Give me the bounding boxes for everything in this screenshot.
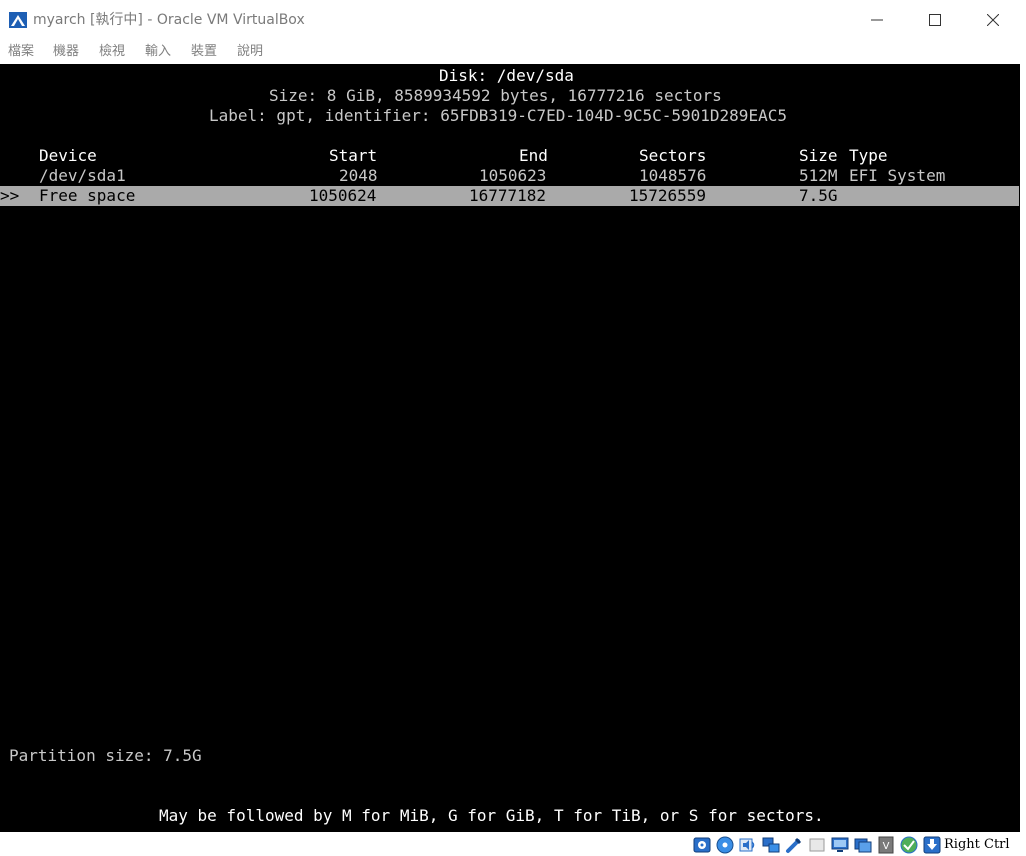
selection-marker: >> [0, 186, 20, 205]
usb-icon[interactable] [784, 835, 804, 855]
row-start: 1050624 [309, 186, 377, 205]
close-button[interactable] [964, 0, 1022, 40]
menu-bar: 檔案 機器 檢視 輸入 裝置 說明 [0, 40, 1026, 64]
display-icon[interactable] [830, 835, 850, 855]
optical-disc-icon[interactable] [715, 835, 735, 855]
row-sectors: 1048576 [639, 166, 707, 185]
screen-record-icon[interactable] [853, 835, 873, 855]
menu-machine[interactable]: 機器 [53, 43, 79, 61]
column-header-start: Start [329, 146, 378, 165]
disk-name: Disk: /dev/sda [439, 66, 574, 85]
minimize-button[interactable] [848, 0, 906, 40]
column-header-sectors: Sectors [639, 146, 707, 165]
disk-label-info: Label: gpt, identifier: 65FDB319-C7ED-10… [209, 106, 787, 125]
shared-folder-icon[interactable] [807, 835, 827, 855]
menu-help[interactable]: 說明 [237, 43, 263, 61]
network-icon[interactable] [761, 835, 781, 855]
maximize-icon [929, 14, 941, 26]
partition-row-selected[interactable]: >> Free space 1050624 16777182 15726559 … [0, 186, 1019, 206]
menu-file[interactable]: 檔案 [8, 43, 34, 61]
row-end: 16777182 [469, 186, 547, 205]
maximize-button[interactable] [906, 0, 964, 40]
status-bar: V Right Ctrl [0, 832, 1026, 856]
row-device: /dev/sda1 [39, 166, 126, 185]
close-icon [987, 14, 999, 26]
row-end: 1050623 [479, 166, 547, 185]
vrde-icon[interactable]: V [876, 835, 896, 855]
row-sectors: 15726559 [629, 186, 707, 205]
column-header-device: Device [39, 146, 97, 165]
audio-icon[interactable] [738, 835, 758, 855]
host-key-label: Right Ctrl [944, 837, 1010, 852]
virtualbox-window: myarch [執行中] - Oracle VM VirtualBox 檔案 機… [0, 0, 1026, 856]
row-size: 7.5G [799, 186, 838, 205]
vm-display[interactable]: Disk: /dev/sda Size: 8 GiB, 8589934592 b… [0, 64, 1020, 832]
menu-devices[interactable]: 裝置 [191, 43, 217, 61]
virtualbox-app-icon [8, 10, 28, 30]
partition-size-prompt[interactable]: Partition size: 7.5G [9, 746, 202, 766]
disk-size-info: Size: 8 GiB, 8589934592 bytes, 16777216 … [269, 86, 722, 105]
column-header-type: Type [849, 146, 888, 165]
title-bar[interactable]: myarch [執行中] - Oracle VM VirtualBox [0, 0, 1026, 40]
window-border [1020, 64, 1026, 856]
row-start: 2048 [339, 166, 378, 185]
menu-input[interactable]: 輸入 [145, 43, 171, 61]
row-device: Free space [39, 186, 136, 205]
keyboard-capture-icon[interactable] [922, 835, 942, 855]
minimize-icon [871, 19, 883, 21]
menu-view[interactable]: 檢視 [99, 43, 125, 61]
size-unit-hint: May be followed by M for MiB, G for GiB,… [159, 806, 824, 825]
cpu-virtualization-icon[interactable] [899, 835, 919, 855]
row-size: 512M [799, 166, 838, 185]
row-type: EFI System [849, 166, 946, 185]
svg-text:V: V [883, 841, 890, 852]
window-title: myarch [執行中] - Oracle VM VirtualBox [33, 12, 305, 28]
column-header-end: End [519, 146, 548, 165]
column-header-size: Size [799, 146, 838, 165]
hard-disk-icon[interactable] [692, 835, 712, 855]
